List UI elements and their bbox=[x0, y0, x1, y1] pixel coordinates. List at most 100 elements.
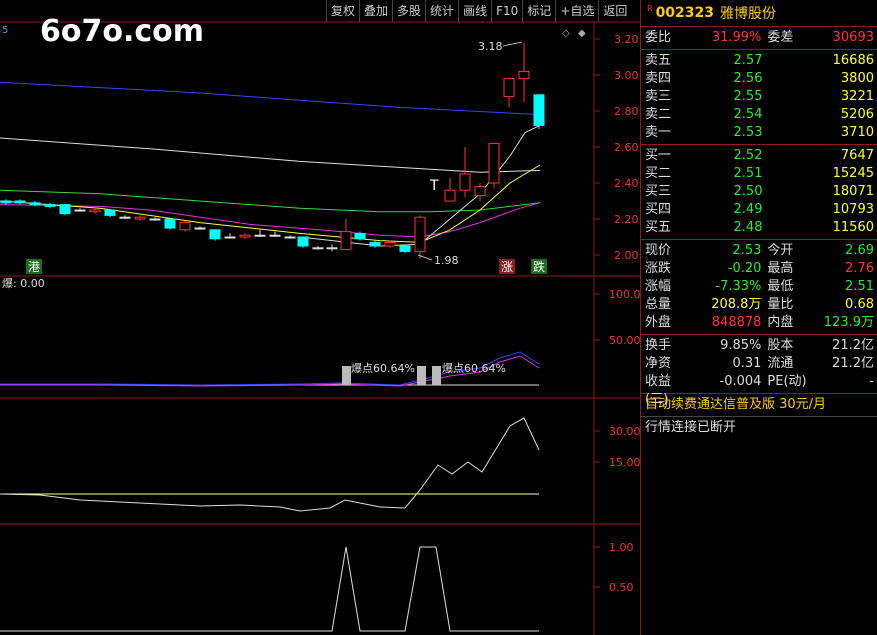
quote-v1: -7.33% bbox=[715, 279, 762, 294]
candle-down bbox=[284, 235, 296, 239]
options-icon[interactable]: ◆ bbox=[578, 28, 586, 39]
candle-body bbox=[44, 204, 56, 207]
weibi-section: 委比 31.99% 委差 30693 bbox=[641, 27, 877, 50]
finance-v1: 9.85% bbox=[720, 338, 762, 353]
book-label: 买二 bbox=[645, 166, 672, 181]
ask-row[interactable]: 卖二 2.54 5206 bbox=[641, 106, 877, 124]
ind3-line bbox=[0, 546, 539, 632]
quote-l2: 最高 bbox=[767, 261, 794, 276]
book-label: 买四 bbox=[645, 202, 672, 217]
add-watchlist-button[interactable]: +自选 bbox=[555, 0, 598, 22]
low-price-marker: 1.98 bbox=[434, 254, 459, 267]
expand-icon[interactable]: ◇ bbox=[562, 28, 570, 39]
candle-down bbox=[399, 245, 411, 254]
bid-row[interactable]: 买五 2.48 11560 bbox=[641, 219, 877, 237]
stock-header: R 002323 雅博股份 bbox=[641, 0, 877, 27]
candle-down bbox=[164, 218, 176, 230]
quote-row: 涨幅 -7.33% 最低 2.51 bbox=[641, 278, 877, 296]
ask-row[interactable]: 卖一 2.53 3710 bbox=[641, 124, 877, 142]
quote-v2: 2.69 bbox=[845, 243, 874, 258]
book-label: 卖四 bbox=[645, 71, 672, 86]
gang-badge: 港 bbox=[28, 260, 40, 274]
finance-section: 换手 9.85% 股本 21.2亿 净资 0.31 流通 21.2亿 收益(三) -0.004 PE… bbox=[641, 335, 877, 407]
book-volume: 10793 bbox=[832, 202, 874, 217]
die-badge: 跌 bbox=[533, 259, 545, 274]
overlay-button[interactable]: 叠加 bbox=[359, 0, 392, 22]
quote-v1: 2.53 bbox=[732, 243, 762, 258]
back-button[interactable]: 返回 bbox=[598, 0, 631, 22]
bid-row[interactable]: 买三 2.50 18071 bbox=[641, 183, 877, 201]
subscription-banner[interactable]: 自动续费通达信普及版 30元/月 bbox=[641, 394, 877, 417]
bao-label-2: 爆点60.64% bbox=[442, 361, 506, 375]
candle-body bbox=[269, 234, 281, 237]
book-price: 2.57 bbox=[733, 53, 763, 68]
axis-label: 2.60 bbox=[614, 141, 639, 154]
r-flag: R bbox=[647, 3, 653, 13]
axis-label: 100.0 bbox=[609, 288, 640, 301]
fuquan-button[interactable]: 复权 bbox=[326, 0, 359, 22]
bid-row[interactable]: 买一 2.52 7647 bbox=[641, 147, 877, 165]
book-label: 卖五 bbox=[645, 53, 672, 68]
candle-up bbox=[474, 183, 486, 201]
finance-v2: - bbox=[869, 374, 874, 389]
t-mark: T bbox=[429, 178, 439, 194]
ask-row[interactable]: 卖三 2.55 3221 bbox=[641, 88, 877, 106]
finance-l2: PE(动) bbox=[767, 374, 807, 389]
multi-stock-button[interactable]: 多股 bbox=[392, 0, 425, 22]
finance-l1: 净资 bbox=[645, 356, 672, 371]
finance-l1: 收益(三) bbox=[645, 374, 672, 407]
mark-button[interactable]: 标记 bbox=[522, 0, 555, 22]
draw-line-button[interactable]: 画线 bbox=[458, 0, 491, 22]
book-volume: 5206 bbox=[840, 107, 874, 122]
candle-down bbox=[0, 199, 12, 205]
candle-body bbox=[179, 222, 191, 231]
book-price: 2.55 bbox=[733, 89, 763, 104]
candle-down bbox=[104, 209, 116, 218]
candle-body bbox=[134, 216, 146, 220]
candle-body bbox=[119, 216, 131, 219]
bid-row[interactable]: 买二 2.51 15245 bbox=[641, 165, 877, 183]
candle-down bbox=[149, 217, 161, 221]
finance-v1: -0.004 bbox=[719, 374, 762, 389]
bid-row[interactable]: 买四 2.49 10793 bbox=[641, 201, 877, 219]
quote-l1: 外盘 bbox=[645, 315, 672, 330]
quote-row: 涨跌 -0.20 最高 2.76 bbox=[641, 260, 877, 278]
axis-label: 50.00 bbox=[609, 334, 640, 347]
book-price: 2.51 bbox=[733, 166, 763, 181]
candle-body bbox=[326, 247, 338, 250]
candle-body bbox=[488, 142, 500, 184]
candle-body bbox=[414, 216, 426, 252]
quote-l2: 今开 bbox=[767, 243, 794, 258]
ma-blue bbox=[0, 81, 541, 116]
weibi-label: 委比 bbox=[645, 30, 672, 45]
f10-button[interactable]: F10 bbox=[491, 0, 522, 22]
book-price: 2.56 bbox=[733, 71, 763, 86]
connection-status: 行情连接已断开 bbox=[645, 420, 737, 435]
book-label: 买一 bbox=[645, 148, 672, 163]
weicha-label: 委差 bbox=[767, 30, 794, 45]
finance-row: 收益(三) -0.004 PE(动) - bbox=[641, 373, 877, 407]
candle-down bbox=[297, 236, 309, 248]
book-label: 卖二 bbox=[645, 107, 672, 122]
statistics-button[interactable]: 统计 bbox=[425, 0, 458, 22]
ask-section: 卖五 2.57 16686 卖四 2.56 3800 卖三 2.55 3221 卖二 2.54 520… bbox=[641, 50, 877, 145]
candle-up bbox=[503, 78, 515, 108]
ask-row[interactable]: 卖四 2.56 3800 bbox=[641, 70, 877, 88]
finance-row: 净资 0.31 流通 21.2亿 bbox=[641, 355, 877, 373]
quote-l1: 涨幅 bbox=[645, 279, 672, 294]
candle-body bbox=[29, 202, 41, 206]
bao-bar bbox=[417, 366, 426, 385]
axis-label: 3.00 bbox=[614, 69, 639, 82]
candle-body bbox=[224, 236, 236, 239]
finance-v2: 21.2亿 bbox=[832, 356, 874, 371]
candle-body bbox=[312, 247, 324, 250]
finance-row: 换手 9.85% 股本 21.2亿 bbox=[641, 337, 877, 355]
ask-row[interactable]: 卖五 2.57 16686 bbox=[641, 52, 877, 70]
candle-up bbox=[518, 42, 530, 102]
ma-yellow bbox=[0, 164, 541, 243]
kline-chart-area[interactable]: 3.20 3.00 2.80 2.60 2.40 2.20 2.00 100.0 50.00 3… bbox=[0, 0, 640, 635]
finance-v2: 21.2亿 bbox=[832, 338, 874, 353]
chart-toolbar: 复权 叠加 多股 统计 画线 F10 标记 +自选 返回 bbox=[326, 0, 631, 22]
candle-down bbox=[59, 204, 71, 216]
book-volume: 3221 bbox=[840, 89, 874, 104]
